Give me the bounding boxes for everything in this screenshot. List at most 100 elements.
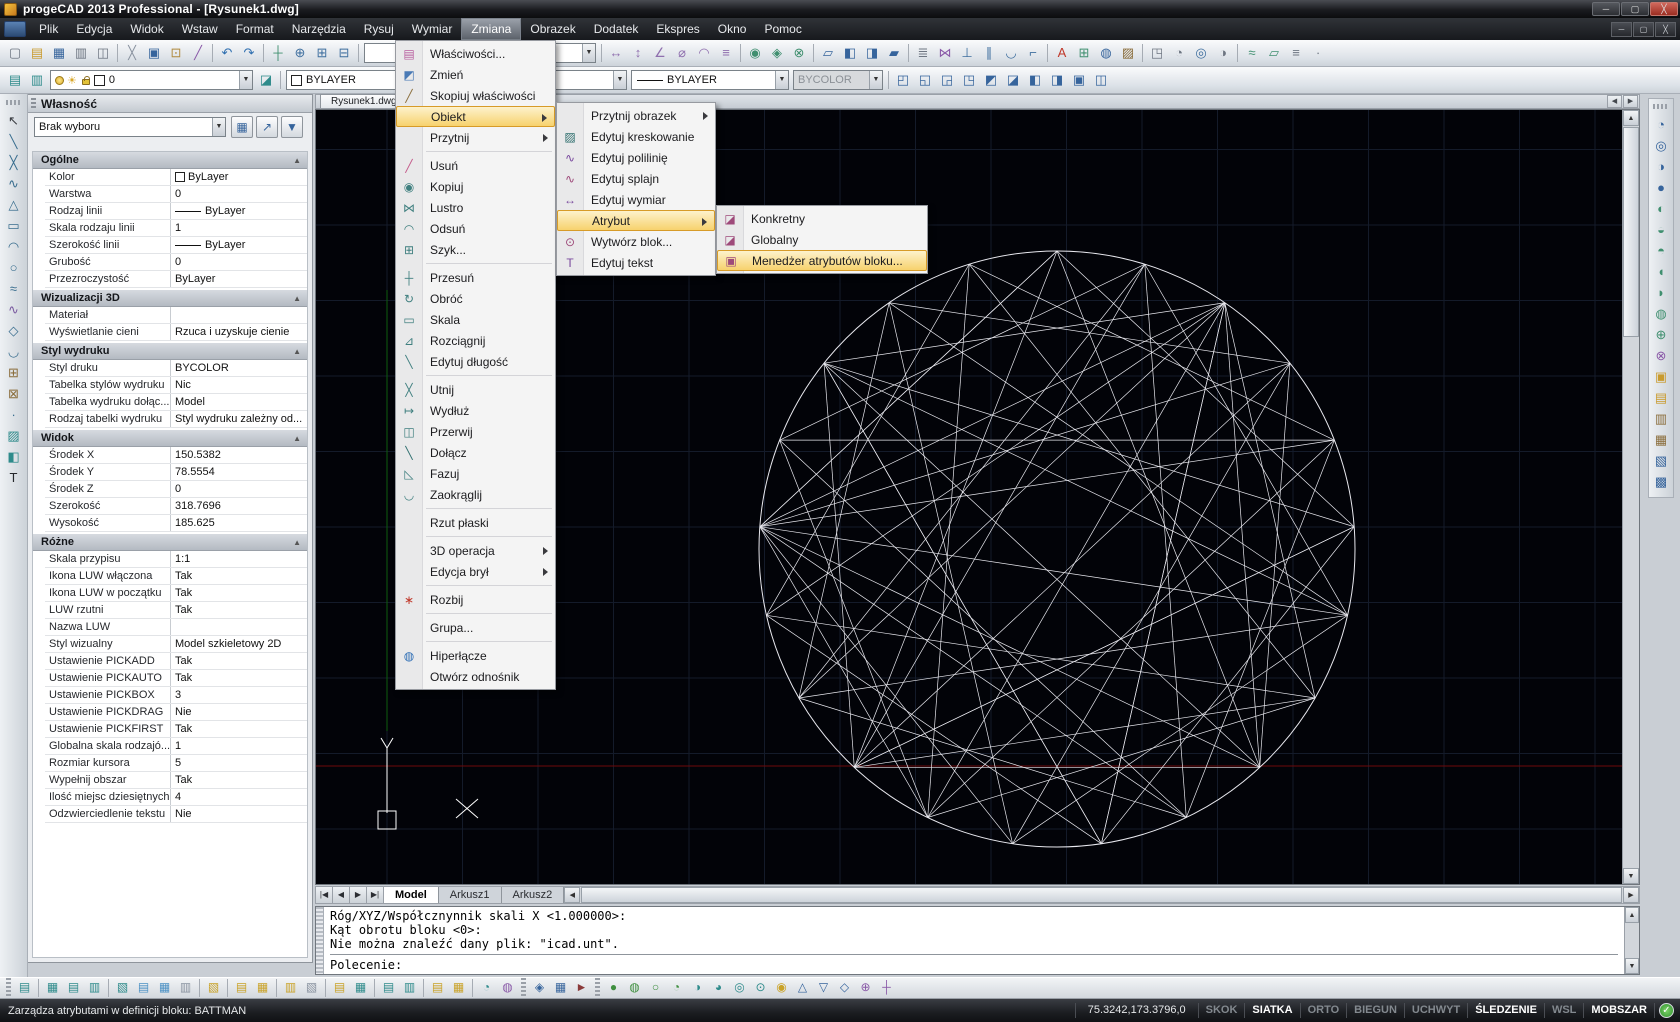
property-row-przezroczystość[interactable]: PrzezroczystośćByLayer <box>45 271 307 288</box>
orbit-3d-icon[interactable]: ◎ <box>1190 43 1212 63</box>
layout-tab-model[interactable]: Model <box>384 887 439 903</box>
tab-nav-button-2[interactable]: ▶ <box>350 887 367 903</box>
zoom-previous-icon[interactable]: ⊟ <box>333 43 355 63</box>
plotstyle-control-combo[interactable]: BYCOLOR▼ <box>793 70 883 90</box>
zmiana-item-hiperłącze[interactable]: ◍Hiperłącze <box>396 645 555 666</box>
status-toggle-mobszar[interactable]: MOBSZAR <box>1584 1003 1655 1018</box>
layout-tab-arkusz2[interactable]: Arkusz2 <box>502 887 565 903</box>
boolean-union-icon[interactable]: ◧ <box>839 43 861 63</box>
menu-zmiana[interactable]: Zmiana <box>461 18 521 40</box>
make-block-icon[interactable]: ⊠ <box>3 384 24 404</box>
ucs-3point-icon[interactable]: ◧ <box>1024 70 1046 90</box>
obiekt-item-przytnij-obrazek[interactable]: Przytnij obrazek <box>557 105 715 126</box>
obiekt-item-edytuj-kreskowanie[interactable]: ▨Edytuj kreskowanie <box>557 126 715 147</box>
view-dialog-icon[interactable]: ◔ <box>1168 43 1190 63</box>
donut-tool-icon[interactable]: ⊙ <box>750 979 771 997</box>
osnap-intersection-icon[interactable]: ⊗ <box>788 43 810 63</box>
mdi-restore-button[interactable]: ▢ <box>1633 22 1654 37</box>
select-icon[interactable]: ↖ <box>3 111 24 131</box>
zoom-window-icon[interactable]: ⊞ <box>311 43 333 63</box>
property-row-tabelka-wydruku-dołąc[interactable]: Tabelka wydruku dołąc...Model <box>45 394 307 411</box>
layer-translator-icon[interactable]: ◍ <box>497 979 518 997</box>
draworder-bring-front-icon[interactable]: ◈ <box>529 979 550 997</box>
zmiana-item-utnij[interactable]: ╳Utnij <box>396 379 555 400</box>
status-toggle-orto[interactable]: ORTO <box>1301 1003 1348 1018</box>
property-row-warstwa[interactable]: Warstwa0 <box>45 186 307 203</box>
cut-to-clipboard-icon[interactable]: ╳ <box>121 43 143 63</box>
osnap-quadrant-icon[interactable]: ◈ <box>766 43 788 63</box>
region-tool-2-icon[interactable]: ◑ <box>687 979 708 997</box>
tabstrip-scroll-right-button[interactable]: ▶ <box>1623 95 1638 108</box>
menu-format[interactable]: Format <box>227 18 283 40</box>
ellipse-icon[interactable]: ◇ <box>3 321 24 341</box>
dropdown-arrow-icon[interactable]: ▼ <box>775 71 788 89</box>
property-value[interactable]: Rzuca i uzyskuje cienie <box>171 324 307 340</box>
layer-freeze-icon[interactable]: ▤ <box>133 979 154 997</box>
scroll-left-button[interactable]: ◀ <box>564 887 580 903</box>
layer-off-others-icon[interactable]: ▧ <box>301 979 322 997</box>
section-header-wizualizacji-3d[interactable]: Wizualizacji 3D▲ <box>33 290 307 307</box>
property-row-ustawienie-pickbox[interactable]: Ustawienie PICKBOX3 <box>45 687 307 704</box>
layer-lock-fade-icon[interactable]: ▤ <box>427 979 448 997</box>
list-tool-icon[interactable]: ≡ <box>1285 43 1307 63</box>
horizontal-scrollbar[interactable]: ◀ ▶ <box>564 887 1639 903</box>
horizontal-scroll-thumb[interactable] <box>581 887 1622 903</box>
edge-tool-icon[interactable]: ◇ <box>834 979 855 997</box>
shade-hidden-icon[interactable]: ◓ <box>1651 241 1672 261</box>
property-row-szerokość[interactable]: Szerokość318.7696 <box>45 498 307 515</box>
property-value[interactable]: Tak <box>171 585 307 601</box>
property-value[interactable]: Model szkieletowy 2D <box>171 636 307 652</box>
status-toggle-uchwyt[interactable]: UCHWYT <box>1405 1003 1468 1018</box>
property-row-skala-rodzaju-linii[interactable]: Skala rodzaju linii1 <box>45 220 307 237</box>
text-icon[interactable]: T <box>3 468 24 488</box>
xref-attach-icon[interactable]: ⋈ <box>934 43 956 63</box>
layer-control-combo[interactable]: ☀0▼ <box>50 70 253 90</box>
ucs-rotate-y-icon[interactable]: ▣ <box>1068 70 1090 90</box>
mdi-minimize-button[interactable]: ─ <box>1611 22 1632 37</box>
materials-view-icon[interactable]: ▥ <box>1651 409 1672 429</box>
property-value[interactable]: Styl wydruku zależny od... <box>171 411 307 427</box>
color-control-combo[interactable]: BYLAYER▼ <box>286 70 410 90</box>
property-value[interactable]: 3 <box>171 687 307 703</box>
property-row-kolor[interactable]: KolorByLayer <box>45 169 307 186</box>
solid-fill-tool-icon[interactable]: ◉ <box>771 979 792 997</box>
fog-icon[interactable]: ▩ <box>1651 472 1672 492</box>
layer-unisolate-icon[interactable]: ▥ <box>84 979 105 997</box>
property-value[interactable]: Model <box>171 394 307 410</box>
quick-select-button[interactable]: ▦ <box>231 116 253 138</box>
ucs-face-icon[interactable]: ◲ <box>936 70 958 90</box>
property-row-szerokość-linii[interactable]: Szerokość liniiByLayer <box>45 237 307 254</box>
save-drawing-icon[interactable]: ▦ <box>48 43 70 63</box>
match-properties-icon[interactable]: ╱ <box>187 43 209 63</box>
camera-tool-icon[interactable]: ◑ <box>1212 43 1234 63</box>
layer-match-icon[interactable]: ▦ <box>42 979 63 997</box>
draworder-send-back-icon[interactable]: ▦ <box>550 979 571 997</box>
tabstrip-scroll-left-button[interactable]: ◀ <box>1607 95 1622 108</box>
redo-icon[interactable]: ↷ <box>238 43 260 63</box>
zmiana-item-kopiuj[interactable]: ◉Kopiuj <box>396 176 555 197</box>
layer-on-icon[interactable]: ▧ <box>203 979 224 997</box>
property-row-ustawienie-pickfirst[interactable]: Ustawienie PICKFIRSTTak <box>45 721 307 738</box>
status-toggle-wsl[interactable]: WSL <box>1545 1003 1584 1018</box>
circle-icon[interactable]: ○ <box>3 258 24 278</box>
palette-title-bar[interactable]: Własność <box>28 95 312 113</box>
dimension-diameter-icon[interactable]: ⌀ <box>671 43 693 63</box>
property-row-ilość-miejsc-dziesiętnych[interactable]: Ilość miejsc dziesiętnych4 <box>45 789 307 806</box>
construction-line-icon[interactable]: ╳ <box>3 153 24 173</box>
obiekt-item-wytwórz-blok[interactable]: ⊙Wytwórz blok... <box>557 231 715 252</box>
menu-ekspres[interactable]: Ekspres <box>647 18 708 40</box>
property-value[interactable]: 0 <box>171 254 307 270</box>
property-row-wyświetlanie-cieni[interactable]: Wyświetlanie cieniRzuca i uzyskuje cieni… <box>45 324 307 341</box>
dropdown-arrow-icon[interactable]: ▼ <box>869 71 882 89</box>
property-row-tabelka-stylów-wydruku[interactable]: Tabelka stylów wydrukuNic <box>45 377 307 394</box>
property-value[interactable]: 318.7696 <box>171 498 307 514</box>
revision-cloud-tool-icon[interactable]: ◎ <box>729 979 750 997</box>
dropdown-arrow-icon[interactable]: ▼ <box>239 71 252 89</box>
region-icon[interactable]: ◧ <box>3 447 24 467</box>
status-toggle-biegun[interactable]: BIEGUN <box>1347 1003 1405 1018</box>
make-object-layer-current-icon[interactable]: ▤ <box>14 979 35 997</box>
close-button[interactable]: ╳ <box>1650 2 1678 16</box>
property-row-rodzaj-linii[interactable]: Rodzaj liniiByLayer <box>45 203 307 220</box>
scroll-right-button[interactable]: ▶ <box>1623 887 1639 903</box>
obiekt-item-edytuj-tekst[interactable]: TEdytuj tekst <box>557 252 715 273</box>
